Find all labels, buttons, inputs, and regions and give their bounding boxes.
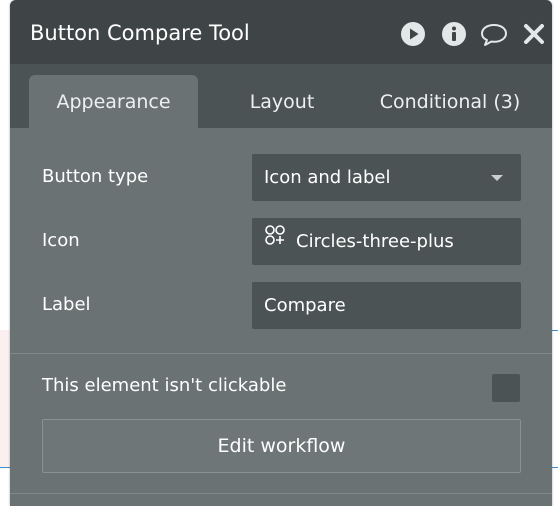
circles-three-plus-icon <box>264 217 286 264</box>
property-editor-panel: Button Compare Tool Appearance Layout Co… <box>10 0 552 506</box>
clickable-label: This element isn't clickable <box>42 375 287 396</box>
button-type-label: Button type <box>42 166 149 187</box>
play-icon[interactable] <box>400 21 426 47</box>
edit-workflow-button[interactable]: Edit workflow <box>42 419 521 473</box>
info-icon[interactable] <box>441 21 467 47</box>
bottom-divider <box>10 493 552 494</box>
tab-conditional[interactable]: Conditional (3) <box>370 75 530 128</box>
tab-layout[interactable]: Layout <box>228 75 336 128</box>
tab-bar: Appearance Layout Conditional (3) <box>10 64 552 128</box>
tab-appearance[interactable]: Appearance <box>29 75 198 128</box>
title-bar[interactable]: Button Compare Tool <box>10 0 552 64</box>
chevron-down-icon <box>491 175 503 181</box>
panel-title: Button Compare Tool <box>30 21 250 45</box>
not-clickable-checkbox[interactable] <box>492 374 520 402</box>
icon-value: Circles-three-plus <box>296 231 454 252</box>
close-icon[interactable] <box>522 21 546 47</box>
comment-icon[interactable] <box>479 21 509 47</box>
icon-label: Icon <box>42 230 80 251</box>
label-value: Compare <box>264 295 346 316</box>
icon-picker[interactable]: Circles-three-plus <box>252 218 521 265</box>
button-type-value: Icon and label <box>264 167 391 188</box>
label-label: Label <box>42 294 91 315</box>
button-type-dropdown[interactable]: Icon and label <box>252 154 521 201</box>
section-divider <box>10 353 552 354</box>
label-input[interactable]: Compare <box>252 282 521 329</box>
